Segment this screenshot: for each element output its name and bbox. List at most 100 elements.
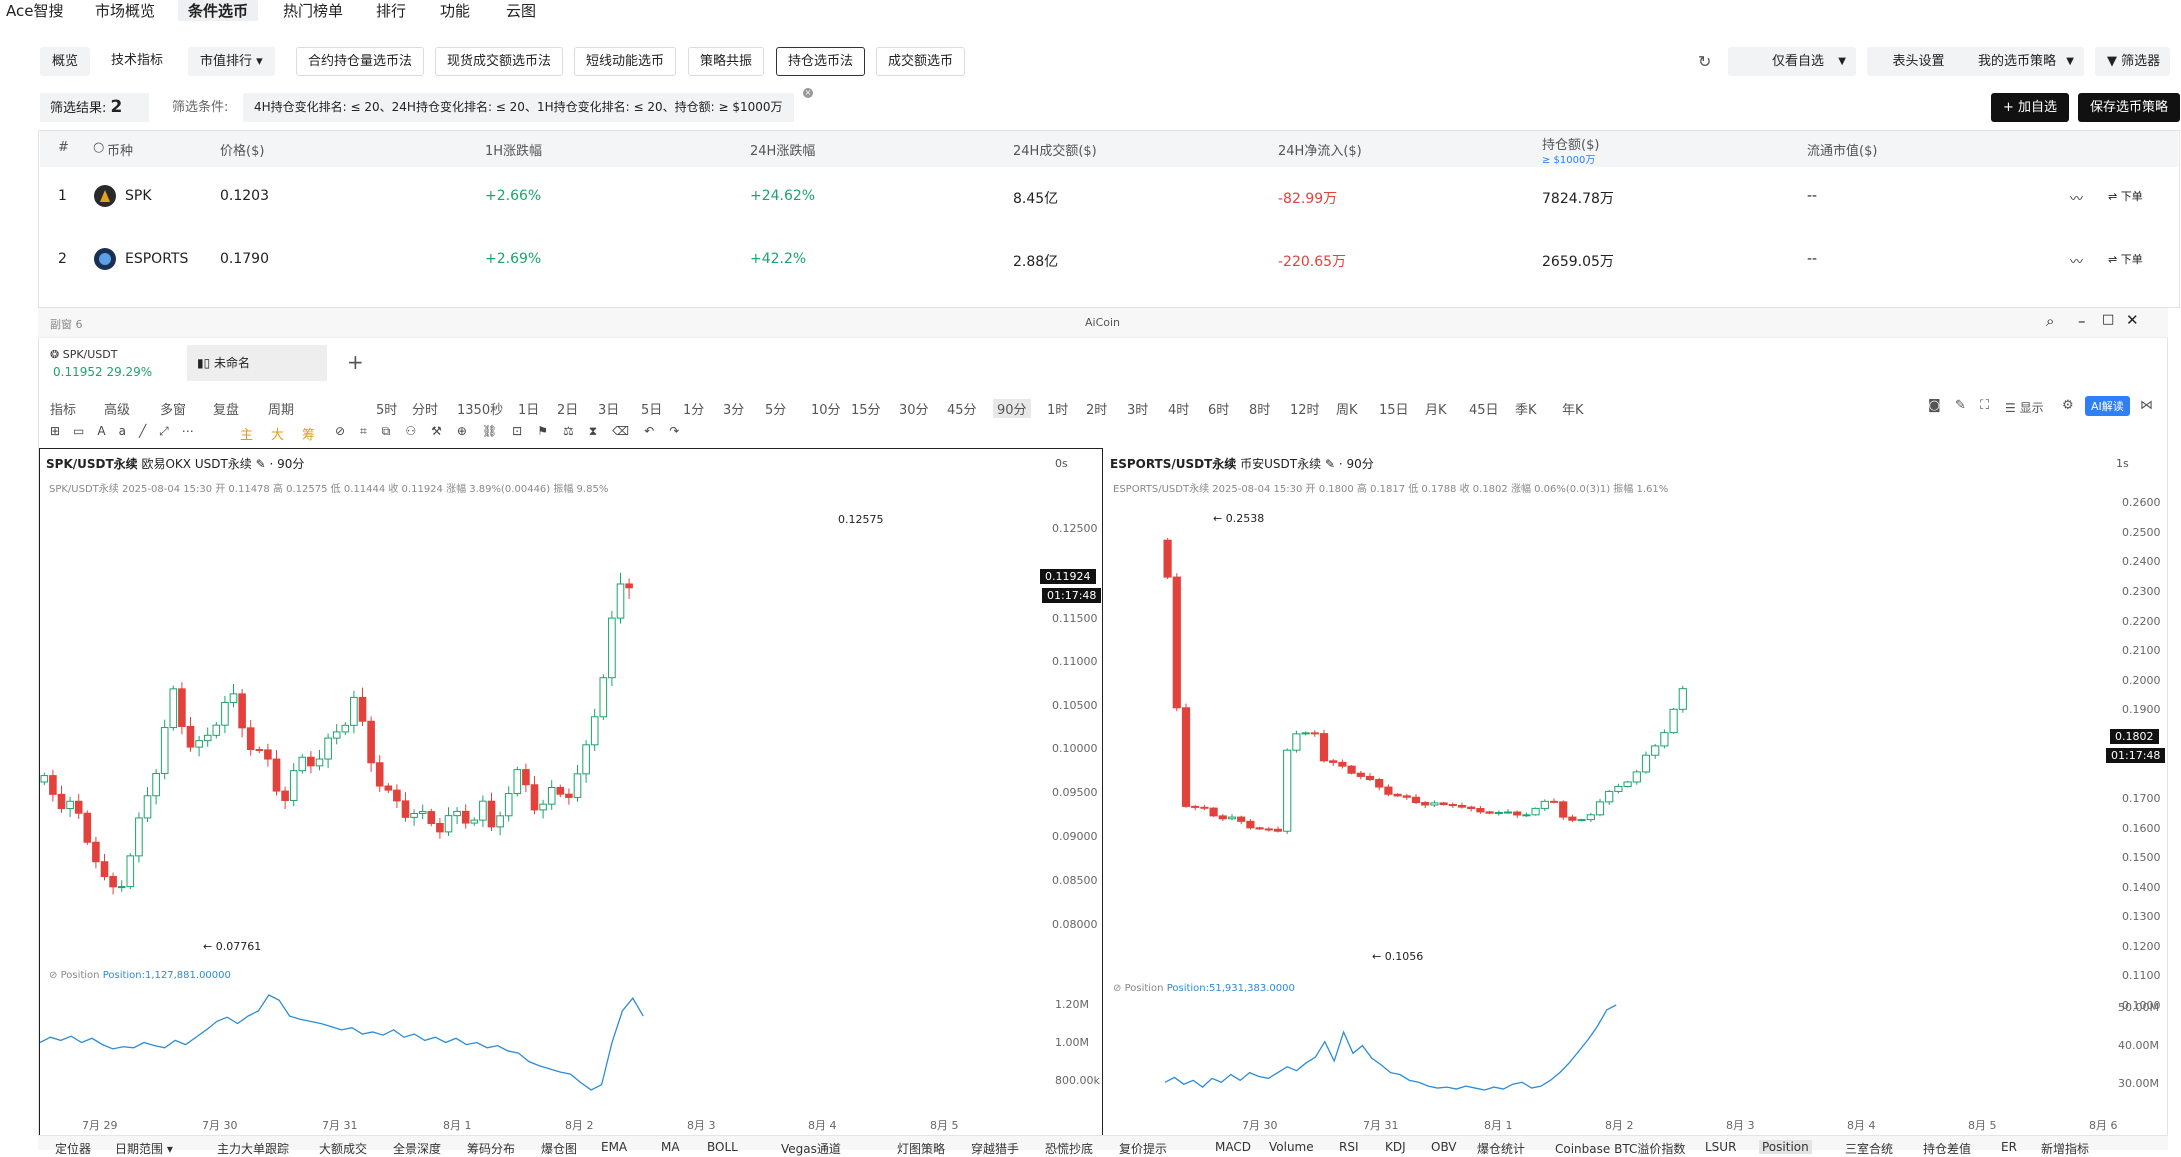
bottom-tool-9[interactable]: BOLL	[707, 1140, 738, 1154]
period-19[interactable]: 90分	[993, 399, 1031, 418]
period-12[interactable]: 1分	[683, 399, 704, 418]
bottom-indicator-0[interactable]: MACD	[1215, 1140, 1251, 1154]
period-16[interactable]: 15分	[851, 399, 881, 418]
minimize-icon[interactable]: –	[2078, 312, 2086, 330]
edit-icon[interactable]: ✎	[1325, 457, 1335, 471]
bottom-indicator-1[interactable]: Volume	[1269, 1140, 1314, 1154]
period-20[interactable]: 1时	[1047, 399, 1068, 418]
bottom-indicator-6[interactable]: Coinbase BTC溢价指数	[1555, 1140, 1685, 1157]
period-24[interactable]: 6时	[1208, 399, 1229, 418]
nav-condition-select[interactable]: 条件选币	[178, 0, 259, 21]
table-row[interactable]: 1 SPK 0.1203 +2.66% +24.62% 8.45亿 -82.99…	[40, 166, 2178, 228]
header-price[interactable]: 价格($)	[220, 140, 264, 159]
period-11[interactable]: 5日	[641, 399, 662, 418]
period-4[interactable]: 周期	[268, 399, 294, 418]
header-24h-volume[interactable]: 24H成交额($)	[1013, 140, 1097, 159]
header-market-cap[interactable]: 流通市值($)	[1807, 140, 1877, 159]
only-watchlist-select[interactable]: 仅看自选 ▼	[1728, 47, 1856, 76]
right-candlestick-chart[interactable]	[1105, 500, 2115, 960]
order-button[interactable]: ⇌ 下单	[2108, 188, 2143, 204]
right-chart-period[interactable]: 90分	[1346, 457, 1373, 471]
row-coin[interactable]: ESPORTS	[125, 251, 188, 267]
maximize-icon[interactable]: □	[2102, 312, 2114, 327]
period-6[interactable]: 分时	[412, 399, 438, 418]
filter-short-momentum[interactable]: 短线动能选币	[574, 47, 677, 76]
header-1h-change[interactable]: 1H涨跌幅	[485, 140, 542, 159]
filter-overview[interactable]: 概览	[40, 47, 91, 76]
bottom-tool-7[interactable]: EMA	[601, 1140, 627, 1154]
add-watchlist-button[interactable]: + 加自选	[1991, 93, 2070, 122]
bottom-tool-14[interactable]: 复价提示	[1119, 1140, 1167, 1157]
period-18[interactable]: 45分	[947, 399, 977, 418]
filter-spot-volume[interactable]: 现货成交额选币法	[435, 47, 564, 76]
toggle-main[interactable]: 主	[240, 428, 271, 443]
bottom-tool-12[interactable]: 穿越猎手	[971, 1140, 1019, 1157]
drawing-toolbar[interactable]: ⊞▭Aa╱⤢⋯	[50, 424, 207, 439]
filter-button[interactable]: ▼ 筛选器	[2095, 47, 2170, 76]
bottom-tool-2[interactable]: 主力大单跟踪	[217, 1140, 289, 1157]
period-0[interactable]: 指标	[50, 399, 76, 418]
period-27[interactable]: 周K	[1336, 399, 1358, 418]
left-chart-period[interactable]: 90分	[277, 457, 304, 471]
bottom-indicator-2[interactable]: RSI	[1339, 1140, 1359, 1154]
trend-icon[interactable]: 〰	[2070, 188, 2083, 207]
bottom-indicator-10[interactable]: 持仓差值	[1923, 1140, 1971, 1157]
tab-spk[interactable]: ❂ SPK/USDT	[50, 348, 117, 361]
nav-ranking[interactable]: 排行	[376, 0, 406, 21]
period-15[interactable]: 10分	[811, 399, 841, 418]
bottom-tool-5[interactable]: 筹码分布	[467, 1140, 515, 1157]
period-10[interactable]: 3日	[598, 399, 619, 418]
main-indicator-toggles[interactable]: 主大筹	[240, 424, 333, 443]
bottom-indicator-9[interactable]: 三室合统	[1845, 1140, 1893, 1157]
filter-strategy-resonance[interactable]: 策略共振	[688, 47, 765, 76]
header-24h-change[interactable]: 24H涨跌幅	[750, 140, 815, 159]
close-icon[interactable]: ✕	[2126, 311, 2139, 329]
filter-oi-method[interactable]: 持仓选币法	[776, 47, 866, 76]
period-13[interactable]: 3分	[723, 399, 744, 418]
period-9[interactable]: 2日	[557, 399, 578, 418]
bottom-tool-8[interactable]: MA	[661, 1140, 680, 1154]
period-22[interactable]: 3时	[1127, 399, 1148, 418]
ai-interpret-button[interactable]: AI解读	[2085, 396, 2130, 416]
period-8[interactable]: 1日	[518, 399, 539, 418]
period-23[interactable]: 4时	[1168, 399, 1189, 418]
period-26[interactable]: 12时	[1290, 399, 1320, 418]
tools-icons[interactable]: ⊘⌗⧉⚇⚒⊕⛓⊡⚑⚖⧗⌫↶↷	[335, 424, 694, 439]
period-1[interactable]: 高级	[104, 399, 130, 418]
tab-unnamed[interactable]: ▮▯ 未命名	[187, 345, 327, 381]
filter-tech-indicator[interactable]: 技术指标	[100, 47, 175, 76]
nav-cloud-map[interactable]: 云图	[506, 0, 536, 21]
bottom-indicator-3[interactable]: KDJ	[1385, 1140, 1406, 1154]
bottom-tool-1[interactable]: 日期范围 ▾	[115, 1140, 173, 1157]
toggle-chips[interactable]: 筹	[302, 428, 333, 443]
period-14[interactable]: 5分	[765, 399, 786, 418]
header-coin[interactable]: 币种	[107, 140, 133, 159]
period-30[interactable]: 45日	[1469, 399, 1499, 418]
fullscreen-icon[interactable]: ⛶	[1980, 398, 1989, 413]
nav-hot-list[interactable]: 热门榜单	[283, 0, 343, 21]
bottom-tool-0[interactable]: 定位器	[55, 1140, 91, 1157]
nav-market-overview[interactable]: 市场概览	[95, 0, 155, 21]
period-21[interactable]: 2时	[1086, 399, 1107, 418]
period-28[interactable]: 15日	[1379, 399, 1409, 418]
edit-icon[interactable]: ✎	[1955, 398, 1966, 413]
bottom-indicator-7[interactable]: LSUR	[1705, 1140, 1736, 1154]
bottom-indicator-12[interactable]: 新增指标	[2041, 1140, 2089, 1157]
bottom-indicator-8[interactable]: Position	[1759, 1140, 1812, 1154]
edit-icon[interactable]: ✎	[256, 457, 266, 471]
toggle-big[interactable]: 大	[271, 428, 302, 443]
my-strategy-select[interactable]: 我的选币策略 ▼	[1960, 47, 2084, 76]
bottom-tool-11[interactable]: 灯图策略	[897, 1140, 945, 1157]
period-2[interactable]: 多窗	[160, 399, 186, 418]
period-7[interactable]: 1350秒	[457, 399, 503, 418]
filter-mcap-rank[interactable]: 市值排行 ▾	[188, 47, 275, 76]
header-24h-inflow[interactable]: 24H净流入($)	[1278, 140, 1362, 159]
period-3[interactable]: 复盘	[213, 399, 239, 418]
nav-functions[interactable]: 功能	[440, 0, 470, 21]
trend-icon[interactable]: 〰	[2070, 251, 2083, 270]
bottom-indicator-5[interactable]: 爆仓统计	[1477, 1140, 1525, 1157]
left-candlestick-chart[interactable]	[40, 500, 1050, 950]
search-icon[interactable]: ⌕	[2046, 312, 2054, 330]
bottom-indicator-4[interactable]: OBV	[1431, 1140, 1457, 1154]
settings-icon[interactable]: ⚙	[2062, 398, 2074, 413]
